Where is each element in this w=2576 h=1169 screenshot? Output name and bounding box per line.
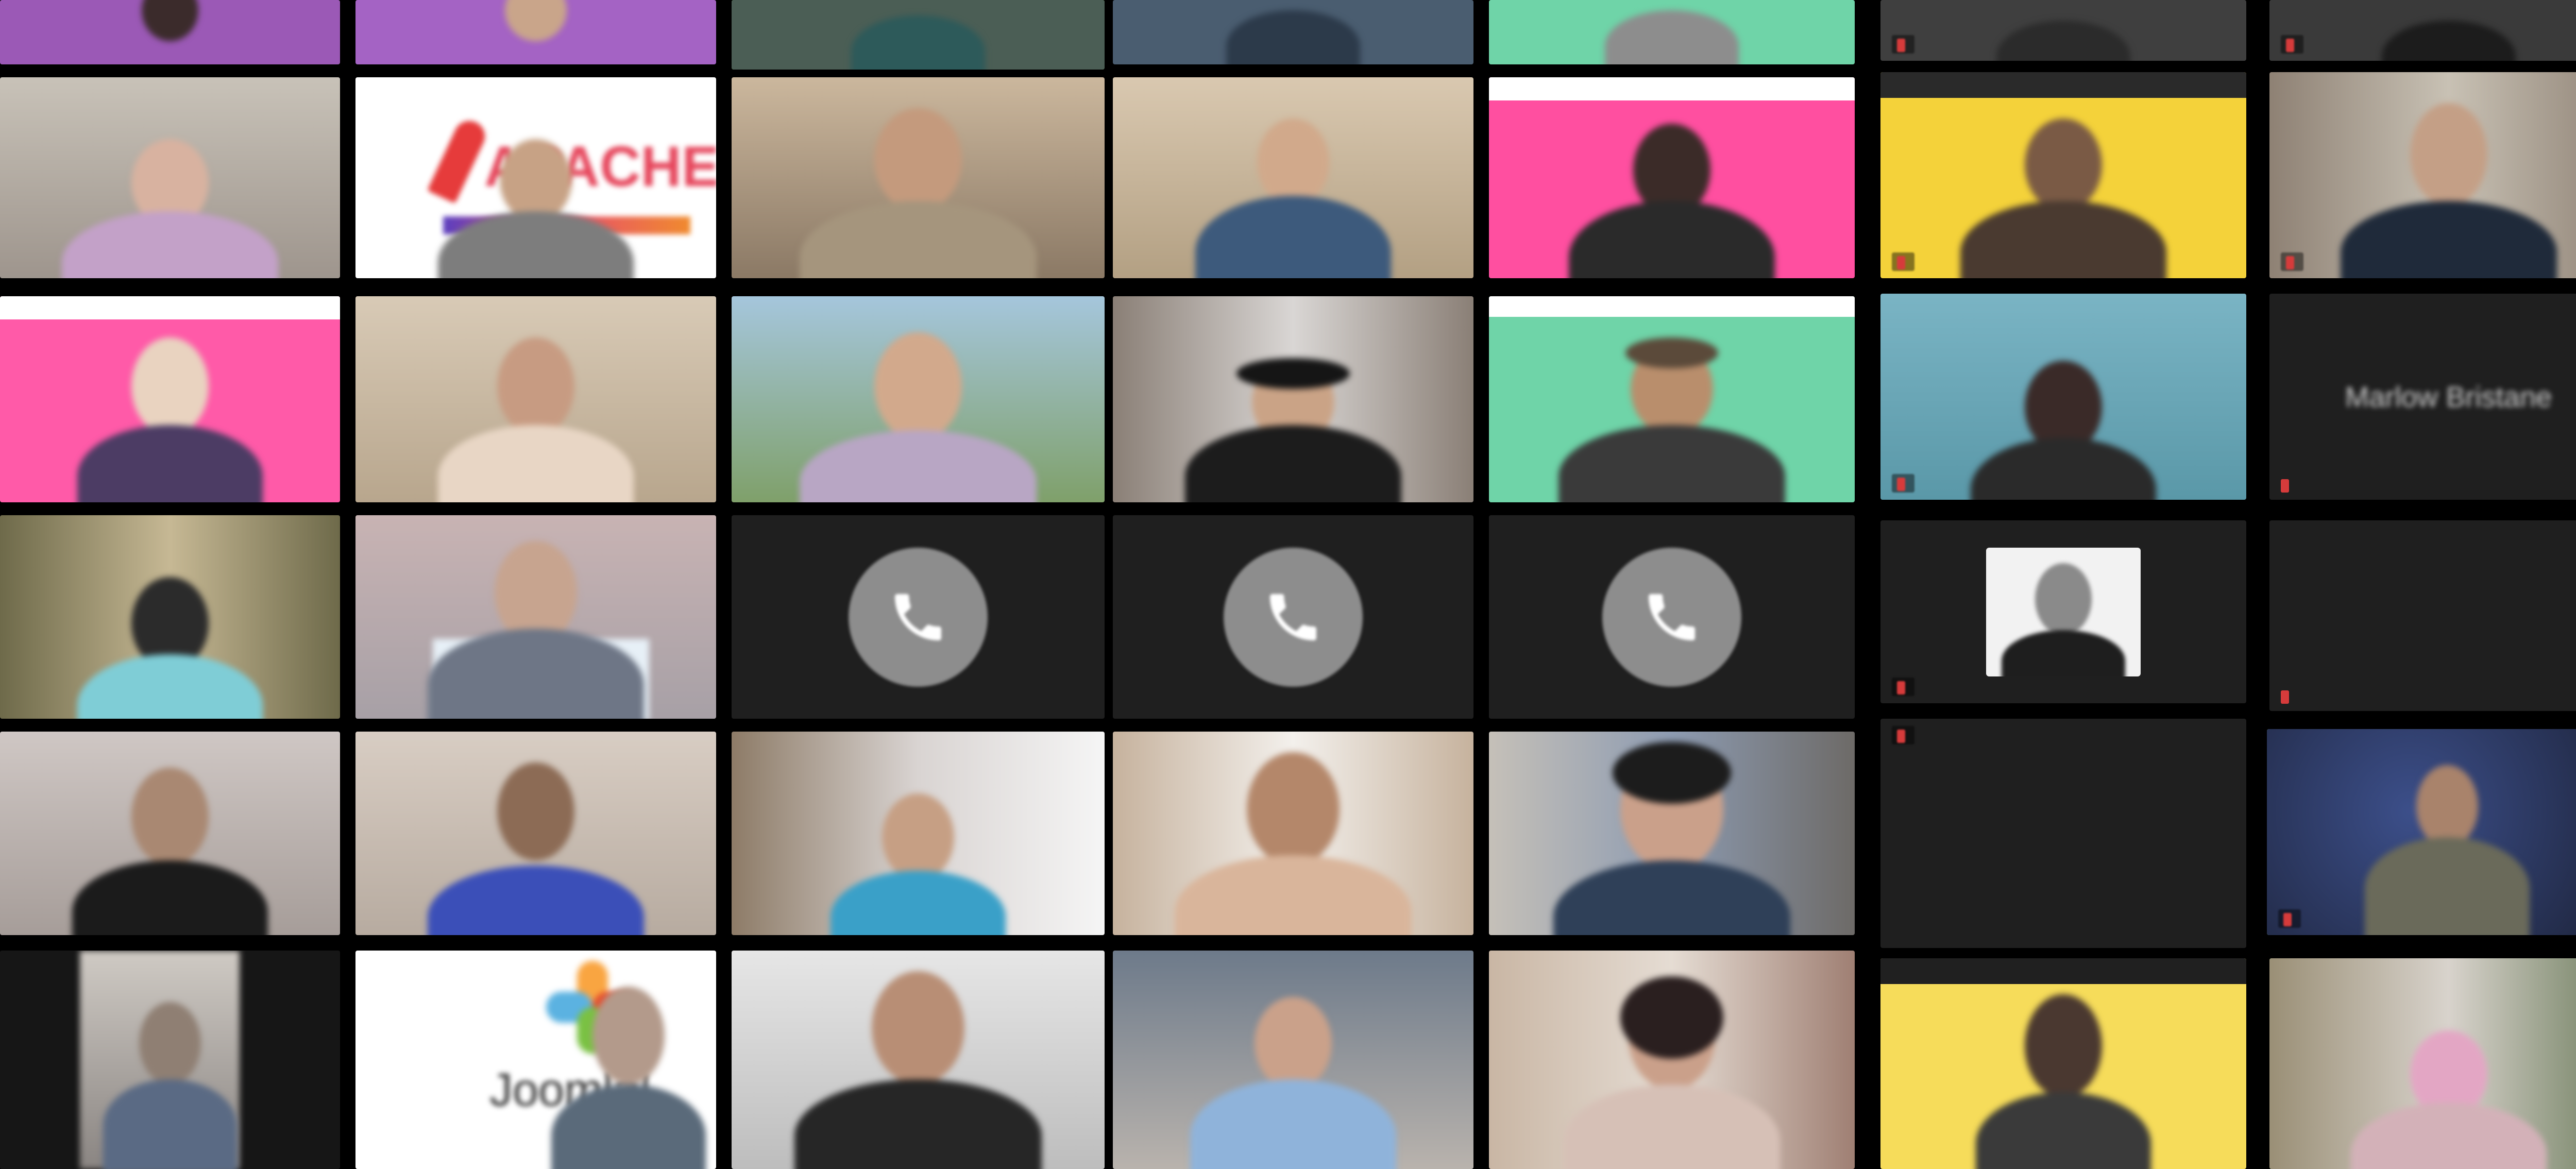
video-tile[interactable]	[355, 515, 716, 719]
muted-mic-icon	[1897, 38, 1905, 52]
video-tile[interactable]	[0, 0, 340, 64]
name-only-tile[interactable]	[1880, 719, 2246, 948]
avatar	[1986, 547, 2141, 676]
video-tile[interactable]	[1113, 296, 1473, 502]
video-tile[interactable]	[1489, 0, 1855, 64]
video-tile-active[interactable]	[2267, 729, 2576, 935]
participant-name	[1892, 726, 1914, 744]
video-tile-apache[interactable]: APACHE	[355, 77, 716, 278]
audio-only-tile[interactable]	[1113, 515, 1473, 719]
video-tile[interactable]	[1880, 294, 2246, 500]
participant-name	[1892, 35, 1914, 54]
muted-mic-icon	[2281, 479, 2289, 493]
video-tile[interactable]	[2269, 0, 2576, 61]
video-tile[interactable]	[0, 515, 340, 719]
video-tile[interactable]	[355, 732, 716, 935]
video-tile-active[interactable]	[2269, 958, 2576, 1169]
phone-icon	[1602, 547, 1741, 687]
video-tile-joomla[interactable]: Joomla!	[355, 951, 716, 1169]
video-tile[interactable]	[732, 296, 1105, 502]
video-tile[interactable]	[355, 296, 716, 502]
video-tile[interactable]	[1880, 958, 2246, 1169]
participant-name-large: Marlow Bristane	[2345, 380, 2552, 413]
video-tile[interactable]	[0, 951, 340, 1169]
video-tile[interactable]	[1113, 77, 1473, 278]
audio-only-tile[interactable]	[1489, 515, 1855, 719]
video-tile[interactable]	[732, 951, 1105, 1169]
participant-name	[2281, 252, 2303, 271]
video-tile[interactable]	[1113, 0, 1473, 64]
muted-mic-icon	[1897, 477, 1905, 491]
muted-mic-icon	[2281, 690, 2289, 704]
video-tile[interactable]	[1489, 77, 1855, 278]
muted-mic-icon	[1897, 681, 1905, 694]
phone-icon	[849, 547, 988, 687]
participant-name	[2278, 909, 2301, 928]
muted-mic-icon	[1897, 256, 1905, 269]
audio-only-tile[interactable]	[732, 515, 1105, 719]
video-tile[interactable]	[1880, 0, 2246, 61]
video-tile[interactable]	[2269, 72, 2576, 278]
muted-mic-icon	[1897, 729, 1905, 743]
muted-mic-icon	[2283, 912, 2292, 926]
phone-icon	[1224, 547, 1363, 687]
video-tile[interactable]	[1880, 72, 2246, 278]
video-tile[interactable]	[0, 77, 340, 278]
video-tile[interactable]	[0, 732, 340, 935]
participant-name	[1892, 677, 1914, 696]
name-only-tile[interactable]	[2269, 520, 2576, 711]
video-tile[interactable]	[1489, 296, 1855, 502]
profile-picture-tile[interactable]	[1880, 520, 2246, 703]
participant-name	[1892, 474, 1914, 493]
video-tile-active[interactable]	[732, 0, 1105, 70]
video-tile[interactable]	[1489, 732, 1855, 935]
video-tile[interactable]	[355, 0, 716, 64]
name-only-tile[interactable]: Marlow Bristane	[2269, 294, 2576, 500]
video-tile[interactable]	[1113, 951, 1473, 1169]
muted-mic-icon	[2286, 256, 2294, 269]
video-tile[interactable]	[732, 77, 1105, 278]
video-tile[interactable]	[1489, 951, 1855, 1169]
muted-mic-icon	[2286, 38, 2294, 52]
video-tile[interactable]	[0, 296, 340, 502]
participant-name	[1892, 252, 1914, 271]
participant-name	[2281, 35, 2303, 54]
video-tile[interactable]	[732, 732, 1105, 935]
video-tile[interactable]	[1113, 732, 1473, 935]
